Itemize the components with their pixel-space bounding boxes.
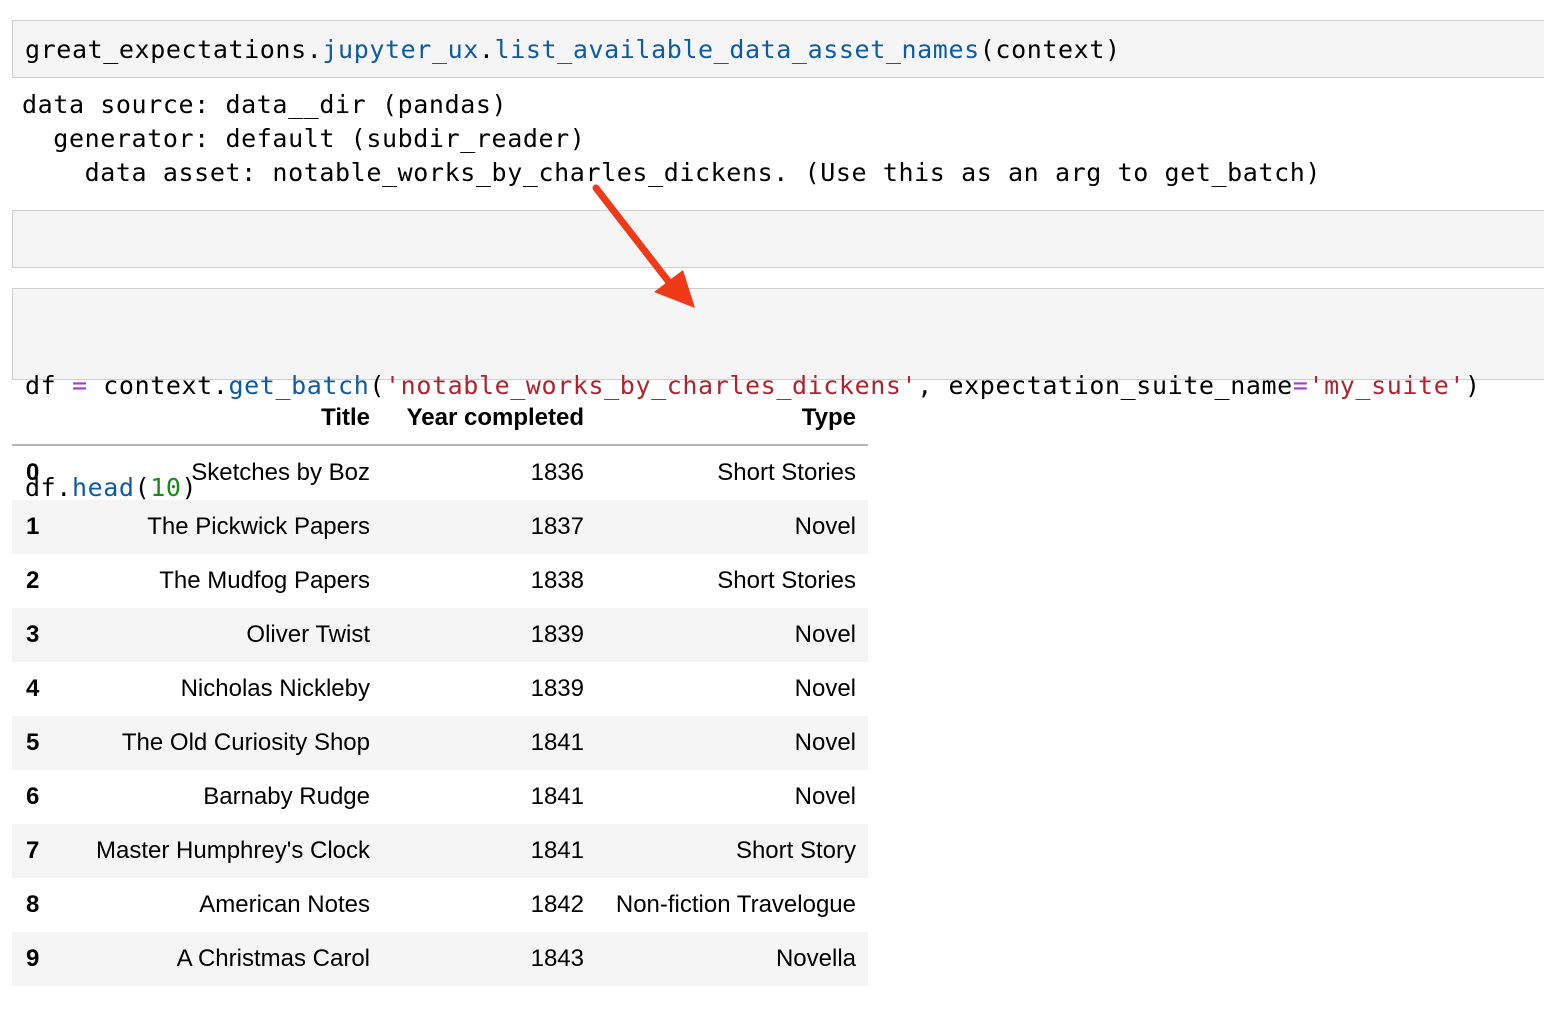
cell-title: Barnaby Rudge xyxy=(203,783,370,810)
cell-year: 1838 xyxy=(530,567,584,594)
code-token: 'my_suite' xyxy=(1308,371,1465,400)
cell-year: 1841 xyxy=(530,729,584,756)
table-row: 0 Sketches by Boz 1836 Short Stories xyxy=(12,446,868,500)
output-line: data asset: notable_works_by_charles_dic… xyxy=(22,158,1322,187)
table-row: 1 The Pickwick Papers 1837 Novel xyxy=(12,500,868,554)
table-row: 5 The Old Curiosity Shop 1841 Novel xyxy=(12,716,868,770)
code-token: great_expectations xyxy=(25,35,307,64)
code-token: jupyter_ux xyxy=(322,35,479,64)
cell-type: Novel xyxy=(794,783,856,810)
cell-title: The Pickwick Papers xyxy=(147,513,370,540)
cell-1-output: data source: data__dir (pandas) generato… xyxy=(22,88,1321,190)
column-header-year-completed: Year completed xyxy=(406,404,584,431)
row-index: 4 xyxy=(26,675,40,702)
cell-type: Novel xyxy=(794,621,856,648)
column-header-title: Title xyxy=(321,404,370,431)
cell-year: 1843 xyxy=(530,945,584,972)
output-line: data source: data__dir (pandas) xyxy=(22,90,508,119)
cell-type: Short Story xyxy=(735,837,856,864)
row-index: 0 xyxy=(26,459,40,486)
code-editor-1[interactable]: great_expectations.jupyter_ux.list_avail… xyxy=(25,33,1121,67)
cell-type: Novel xyxy=(794,675,856,702)
code-cell-3[interactable]: df = context.get_batch('notable_works_by… xyxy=(12,288,1544,502)
cell-year: 1841 xyxy=(530,783,584,810)
cell-year: 1839 xyxy=(530,675,584,702)
cell-title: Nicholas Nickleby xyxy=(180,675,370,702)
code-token: = xyxy=(1292,371,1309,400)
code-cell-2-empty[interactable] xyxy=(12,210,1544,268)
cell-type: Non-fiction Travelogue xyxy=(615,891,856,918)
code-token: list_available_data_asset_names xyxy=(494,35,980,64)
code-token: . xyxy=(306,35,323,64)
row-index: 3 xyxy=(26,621,40,648)
code-token: ) xyxy=(1465,371,1481,400)
cell-title: The Mudfog Papers xyxy=(159,567,370,594)
table-row: 4 Nicholas Nickleby 1839 Novel xyxy=(12,662,868,716)
column-header-type: Type xyxy=(801,404,856,431)
cell-title: Sketches by Boz xyxy=(191,459,370,486)
cell-type: Short Stories xyxy=(717,459,856,486)
code-token: . xyxy=(478,35,495,64)
row-index: 6 xyxy=(26,783,40,810)
table-row: 3 Oliver Twist 1839 Novel xyxy=(12,608,868,662)
cell-title: Oliver Twist xyxy=(246,621,370,648)
code-token: (context) xyxy=(979,35,1121,64)
table-row: 7 Master Humphrey's Clock 1841 Short Story xyxy=(12,824,868,878)
row-index: 9 xyxy=(26,945,40,972)
cell-title: The Old Curiosity Shop xyxy=(121,729,370,756)
table-body: 0 Sketches by Boz 1836 Short Stories 1 The Pi… xyxy=(12,446,868,986)
row-index: 8 xyxy=(26,891,40,918)
table-row: 9 A Christmas Carol 1843 Novella xyxy=(12,932,868,986)
row-index: 5 xyxy=(26,729,40,756)
cell-year: 1839 xyxy=(530,621,584,648)
table-header: Title Year completed Type xyxy=(12,392,868,446)
table-row: 8 American Notes 1842 Non-fiction Travelogu… xyxy=(12,878,868,932)
cell-title: American Notes xyxy=(199,891,370,918)
output-line: generator: default (subdir_reader) xyxy=(22,124,586,153)
cell-year: 1836 xyxy=(530,459,584,486)
cell-year: 1837 xyxy=(530,513,584,540)
cell-title: A Christmas Carol xyxy=(176,945,370,972)
code-token: , expectation_suite_name xyxy=(917,371,1293,400)
cell-type: Novella xyxy=(775,945,856,972)
row-index: 1 xyxy=(26,513,40,540)
row-index: 7 xyxy=(26,837,40,864)
table-row: 6 Barnaby Rudge 1841 Novel xyxy=(12,770,868,824)
table-row: 2 The Mudfog Papers 1838 Short Stories xyxy=(12,554,868,608)
cell-year: 1842 xyxy=(530,891,584,918)
cell-type: Novel xyxy=(794,729,856,756)
code-cell-1[interactable]: great_expectations.jupyter_ux.list_avail… xyxy=(12,20,1544,78)
cell-type: Short Stories xyxy=(717,567,856,594)
row-index: 2 xyxy=(26,567,40,594)
cell-year: 1841 xyxy=(530,837,584,864)
cell-type: Novel xyxy=(794,513,856,540)
dataframe-table: Title Year completed Type 0 Sketches by B… xyxy=(12,392,868,986)
cell-title: Master Humphrey's Clock xyxy=(96,837,370,864)
